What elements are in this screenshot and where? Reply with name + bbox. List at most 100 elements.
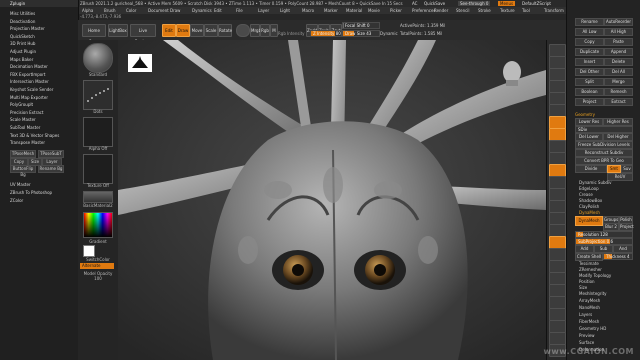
plugin-tile-button[interactable]: Rename Bg <box>38 165 64 173</box>
edgeloop-item[interactable]: EdgeLoop <box>579 186 599 191</box>
subtool-action-button[interactable]: Copy <box>575 38 604 46</box>
subpalette-header[interactable]: NanoMesh <box>579 305 600 310</box>
draw-size-slider[interactable]: Draw Size 43 <box>342 30 380 37</box>
mrgb-button[interactable]: Mrgb <box>250 24 261 37</box>
resolution-slider[interactable]: Resolution 128 <box>575 231 633 238</box>
see-through-slider[interactable]: See-through 0 <box>458 1 491 6</box>
menu-item-movie[interactable]: Movie <box>368 8 380 13</box>
plugin-tile-button[interactable]: TPoseSubT <box>38 150 64 158</box>
main-color-swatch[interactable] <box>83 245 95 257</box>
draw-button[interactable]: Draw <box>176 24 190 37</box>
add-button[interactable]: Add <box>575 245 594 253</box>
colorize-icon[interactable] <box>236 24 250 37</box>
lightbox-button[interactable]: LightBox <box>108 24 128 37</box>
stroke-thumbnail[interactable] <box>83 80 113 110</box>
material-thumbnail[interactable] <box>83 191 113 203</box>
subtool-action-button[interactable]: All High <box>604 28 633 36</box>
alpha-thumbnail[interactable] <box>83 117 113 147</box>
gradient-label[interactable]: Gradient <box>80 239 116 244</box>
menu-item-picker[interactable]: Picker <box>390 8 402 13</box>
del-lower-button[interactable]: Del Lower <box>575 133 603 141</box>
suv-toggle[interactable]: Suv <box>621 165 633 173</box>
default-zscript-button[interactable]: DefaultZScript <box>522 1 551 6</box>
plugin-item[interactable]: Misc Utilities <box>10 11 35 16</box>
live-boolean-button[interactable]: Live Boolean <box>130 24 156 44</box>
subtool-action-button[interactable]: Append <box>604 48 633 56</box>
subtool-action-button[interactable]: Delete <box>604 58 633 66</box>
subtool-action-button[interactable]: Rename <box>575 18 604 26</box>
menu-item-stencil[interactable]: Stencil <box>456 8 470 13</box>
subtool-action-button[interactable]: Del Other <box>575 68 604 76</box>
subtool-action-button[interactable]: Duplicate <box>575 48 604 56</box>
move-button[interactable]: Move <box>190 24 204 37</box>
plugin-item[interactable]: FBX ExportImport <box>10 72 45 77</box>
create-shell-button[interactable]: Create Shell <box>575 253 603 261</box>
edit-button[interactable]: Edit <box>162 24 176 37</box>
menu-item-color[interactable]: Color <box>126 8 136 13</box>
subpalette-header[interactable]: Surface <box>579 340 594 345</box>
tessimate-item[interactable]: Tessimate <box>579 261 599 266</box>
crease-item[interactable]: Crease <box>579 192 593 197</box>
sdiv-slider[interactable]: SDiv <box>575 126 633 133</box>
zremesher-item[interactable]: ZRemesher <box>579 267 602 272</box>
menu-item-preferences[interactable]: Preferences <box>412 8 436 13</box>
ac-label[interactable]: AC <box>412 1 417 6</box>
plugin-item[interactable]: SubTool Master <box>10 125 40 130</box>
zplugin-header[interactable]: Zplugin <box>10 1 25 6</box>
color-picker[interactable] <box>83 212 113 238</box>
alternate-button[interactable]: Alternate <box>80 263 114 269</box>
texture-thumbnail[interactable] <box>83 154 113 184</box>
modify-topology-item[interactable]: Modify Topology <box>579 273 611 278</box>
dynamic-subdiv-item[interactable]: Dynamic Subdiv <box>579 180 612 185</box>
plugin-item[interactable]: Text 3D & Vector Shapes <box>10 133 59 138</box>
divide-button[interactable]: Divide <box>575 165 607 173</box>
menu-item-document[interactable]: Document <box>148 8 169 13</box>
lower-res-button[interactable]: Lower Res <box>575 118 603 126</box>
viewport-canvas[interactable] <box>118 40 546 360</box>
home-page-button[interactable]: Home Page <box>82 24 106 44</box>
menu-item-marker[interactable]: Marker <box>324 8 338 13</box>
claypolish-item[interactable]: ClayPolish <box>579 204 599 209</box>
subpalette-header[interactable]: FiberMesh <box>579 319 599 324</box>
dynamesh-button[interactable]: DynaMesh <box>575 216 603 226</box>
del-higher-button[interactable]: Del Higher <box>603 133 633 141</box>
menu-item-tool[interactable]: Tool <box>522 8 530 13</box>
subtool-action-button[interactable]: Merge <box>604 78 633 86</box>
meshintegrity-item[interactable]: MeshIntegrity <box>579 291 607 296</box>
menu-item-transform[interactable]: Transform <box>544 8 564 13</box>
subpalette-header[interactable]: Preview <box>579 333 595 338</box>
thickness-slider[interactable]: Thickness 4 <box>603 253 633 260</box>
subtool-action-button[interactable]: Remesh <box>604 88 633 96</box>
subtool-action-button[interactable]: Split <box>575 78 604 86</box>
sub-button[interactable]: Sub <box>594 245 613 253</box>
plugin-footer-item[interactable]: ZColor <box>10 198 23 203</box>
dynamesh-header[interactable]: DynaMesh <box>579 210 600 215</box>
menu-item-render[interactable]: Render <box>434 8 448 13</box>
higher-res-button[interactable]: Higher Res <box>603 118 633 126</box>
subtool-action-button[interactable]: All Low <box>575 28 604 36</box>
plugin-item[interactable]: Projection Master <box>10 26 45 31</box>
dynamic-toggle[interactable]: Dynamic <box>380 31 398 36</box>
plugin-item[interactable]: Maps Baker <box>10 57 33 62</box>
rotate-button[interactable]: Rotate <box>218 24 232 37</box>
subpalette-header[interactable]: ArrayMesh <box>579 298 600 303</box>
plugin-item[interactable]: Deactivation <box>10 19 35 24</box>
menu-item-dynamics[interactable]: Dynamics <box>192 8 212 13</box>
subtool-action-button[interactable]: Paste <box>604 38 633 46</box>
model-opacity-slider[interactable]: Model Opacity 100 <box>80 271 116 281</box>
menu-item-macro[interactable]: Macro <box>302 8 314 13</box>
plugin-item[interactable]: Transpose Master <box>10 140 45 145</box>
subpalette-header[interactable]: Geometry HD <box>579 326 606 331</box>
switch-color-label[interactable]: SwitchColor <box>80 257 116 262</box>
menu-item-brush[interactable]: Brush <box>104 8 116 13</box>
plugin-footer-item[interactable]: ZBrush To Photoshop <box>10 190 52 195</box>
subtool-action-button[interactable]: AutoReorder <box>604 18 633 26</box>
menu-item-layer[interactable]: Layer <box>258 8 269 13</box>
plugin-item[interactable]: Multi Map Exporter <box>10 95 48 100</box>
plugin-item[interactable]: 3D Print Hub <box>10 41 35 46</box>
plugin-item[interactable]: Intersection Master <box>10 79 49 84</box>
menu-item-edit[interactable]: Edit <box>214 8 222 13</box>
plugin-tile-button[interactable]: TPoseMesh <box>10 150 36 158</box>
and-button[interactable]: And <box>613 245 633 253</box>
convert-bpr-button[interactable]: Convert BPR To Geo <box>575 157 633 165</box>
